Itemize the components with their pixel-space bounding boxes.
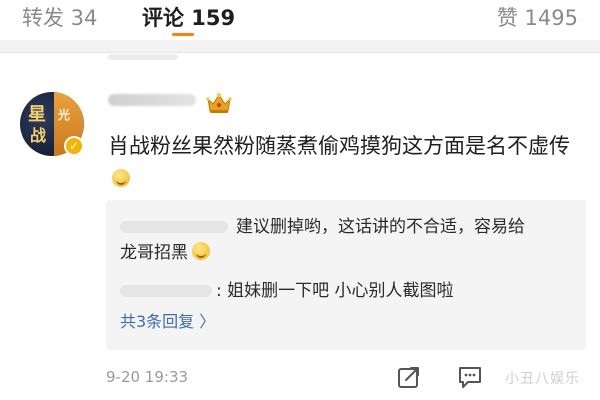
verified-icon: ✓ (64, 136, 84, 156)
blurred-replier-name (120, 221, 228, 233)
reply-text: 建议删掉哟，这话讲的不合适，容易给 (236, 217, 525, 237)
active-tab-indicator (172, 33, 194, 36)
avatar-char: 战 (30, 126, 47, 145)
view-all-replies-link[interactable]: 共3条回复 〉 (120, 310, 215, 334)
comment-text: 肖战粉丝果然粉随蒸煮偷鸡摸狗这方面是名不虚传 (108, 130, 578, 194)
tab-likes[interactable]: 赞 1495 (497, 4, 578, 32)
username-blurred[interactable] (108, 94, 196, 106)
tab-comments[interactable]: 评论 159 (142, 4, 235, 32)
comment-icon[interactable] (457, 364, 483, 390)
comment-timestamp: 9-20 19:33 (106, 368, 189, 386)
blurred-replier-name (120, 285, 212, 297)
reply-text-continued: 龙哥招黑 (120, 240, 210, 266)
avatar-char: 光 (58, 108, 71, 122)
section-divider (0, 40, 600, 52)
replies-box[interactable]: 建议删掉哟，这话讲的不合适，容易给 龙哥招黑 : 姐妹删一下吧 小心别人截图啦 … (106, 200, 586, 350)
comment-body: 肖战粉丝果然粉随蒸煮偷鸡摸狗这方面是名不虚传 (108, 134, 570, 158)
reply-text: : 姐妹删一下吧 小心别人截图啦 (216, 281, 454, 301)
emoji-icon (112, 169, 130, 187)
blurred-text (108, 54, 178, 60)
share-icon[interactable] (396, 364, 422, 390)
tab-bar: 转发 34 评论 159 赞 1495 (0, 0, 600, 40)
divider-line (0, 52, 600, 53)
crown-icon (206, 93, 232, 113)
reply-text-end: 龙哥招黑 (120, 243, 188, 263)
tab-reposts[interactable]: 转发 34 (22, 4, 97, 32)
emoji-icon (192, 242, 210, 260)
watermark: 小丑八娱乐 (505, 371, 580, 387)
